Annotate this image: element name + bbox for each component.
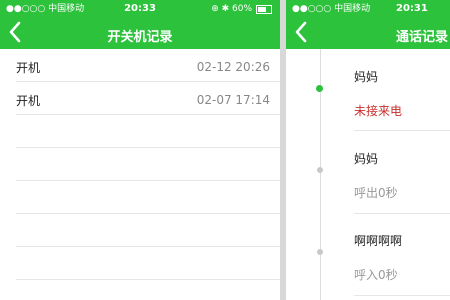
record-row[interactable]: 开机 02-07 17:14 [16, 82, 280, 115]
status-bar: ●●○○○ 中国移动 20:31 [286, 0, 450, 18]
empty-row [16, 148, 280, 181]
caller-name: 妈妈 [354, 152, 379, 166]
caller-name: 妈妈 [354, 70, 379, 84]
call-status: 呼入0秒 [354, 268, 398, 282]
call-status: 呼出0秒 [354, 186, 398, 200]
timeline-dot [317, 249, 323, 255]
status-right: ⊕ ✱ 60% [211, 0, 272, 18]
empty-row [16, 214, 280, 247]
record-list: 开机 02-12 20:26 开机 02-07 17:14 [0, 49, 280, 300]
status-bar: ●●○○○ 中国移动 20:33 ⊕ ✱ 60% [0, 0, 280, 18]
empty-row [16, 280, 280, 300]
page-title: 通话记录 [396, 30, 449, 45]
call-separator [354, 295, 450, 296]
nav-bar: ●●○○○ 中国移动 20:31 通话记录 [286, 0, 450, 49]
caller-name: 啊啊啊啊 [354, 234, 403, 248]
record-row[interactable]: 开机 02-12 20:26 [16, 49, 280, 82]
call-item[interactable]: 妈妈 未接来电 [354, 68, 450, 119]
status-indicators: ⊕ ✱ 60% [211, 4, 252, 14]
record-time: 02-07 17:14 [196, 93, 270, 107]
carrier-label: ●●○○○ 中国移动 [292, 4, 371, 14]
timeline-dot-active [316, 85, 323, 92]
power-record-screen: ●●○○○ 中国移动 20:33 ⊕ ✱ 60% 开关机记录 开机 02-12 … [0, 0, 280, 300]
record-label: 开机 [16, 61, 41, 75]
page-title: 开关机记录 [107, 30, 173, 45]
record-time: 02-12 20:26 [196, 60, 270, 74]
empty-row [16, 115, 280, 148]
battery-icon [256, 4, 272, 14]
call-item[interactable]: 妈妈 呼出0秒 [354, 150, 450, 201]
status-time: 20:31 [396, 3, 428, 14]
empty-row [16, 247, 280, 280]
call-item[interactable]: 啊啊啊啊 呼入0秒 [354, 232, 450, 283]
empty-row [16, 181, 280, 214]
timeline-dot [317, 167, 323, 173]
back-arrow-icon[interactable] [292, 20, 312, 44]
call-separator [354, 213, 450, 214]
call-separator [354, 130, 450, 131]
call-log-screen: ●●○○○ 中国移动 20:31 通话记录 妈妈 未接来电 妈妈 呼出0秒 啊啊… [286, 0, 450, 300]
record-label: 开机 [16, 94, 41, 108]
nav-bar: ●●○○○ 中国移动 20:33 ⊕ ✱ 60% 开关机记录 [0, 0, 280, 49]
call-status: 未接来电 [354, 104, 403, 118]
